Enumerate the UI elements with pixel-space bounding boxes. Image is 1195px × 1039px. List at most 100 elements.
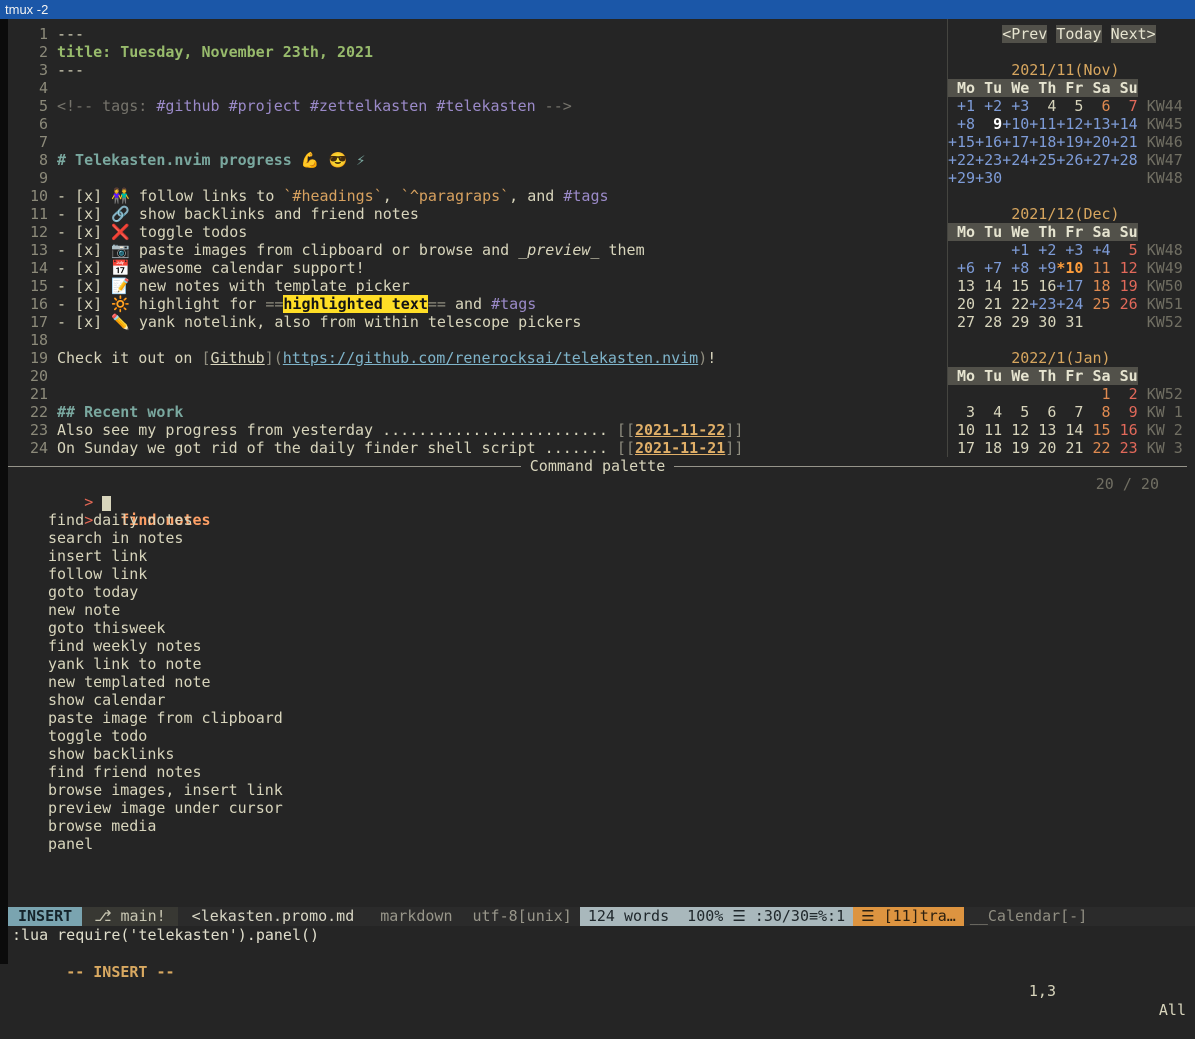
calendar-day[interactable]: +23: [975, 151, 1002, 169]
palette-prompt[interactable]: > 20 / 20: [8, 475, 1195, 493]
editor-line[interactable]: 14- [x] 📅 awesome calendar support!: [12, 259, 947, 277]
calendar-day[interactable]: +21: [1111, 133, 1138, 151]
calendar-day[interactable]: +16: [975, 133, 1002, 151]
calendar-day[interactable]: +1: [948, 97, 975, 115]
editor-line[interactable]: 18: [12, 331, 947, 349]
editor-line[interactable]: 3---: [12, 61, 947, 79]
today-button[interactable]: Today: [1056, 25, 1101, 43]
calendar-day[interactable]: 15: [1002, 277, 1029, 295]
calendar-day[interactable]: 22: [1083, 439, 1110, 457]
palette-item[interactable]: paste image from clipboard: [8, 709, 1195, 727]
calendar-day[interactable]: +10: [1002, 115, 1029, 133]
calendar-day[interactable]: 7: [1056, 403, 1083, 421]
calendar-day[interactable]: 15: [1083, 421, 1110, 439]
calendar-day[interactable]: +27: [1083, 151, 1110, 169]
calendar-day[interactable]: +20: [1083, 133, 1110, 151]
palette-item[interactable]: show backlinks: [8, 745, 1195, 763]
calendar-day[interactable]: +2: [975, 97, 1002, 115]
palette-item[interactable]: find friend notes: [8, 763, 1195, 781]
editor-line[interactable]: 2title: Tuesday, November 23th, 2021: [12, 43, 947, 61]
palette-item[interactable]: new note: [8, 601, 1195, 619]
calendar-day[interactable]: 25: [1083, 295, 1110, 313]
calendar-day[interactable]: 20: [1029, 439, 1056, 457]
calendar-day[interactable]: 12: [1111, 259, 1138, 277]
calendar-day[interactable]: +23: [1029, 295, 1056, 313]
calendar-day[interactable]: +1: [1002, 241, 1029, 259]
calendar-day[interactable]: +30: [975, 169, 1002, 187]
calendar-day[interactable]: 22: [1002, 295, 1029, 313]
calendar-day[interactable]: 31: [1056, 313, 1083, 331]
calendar-day[interactable]: +9: [1029, 259, 1056, 277]
calendar-day[interactable]: +13: [1083, 115, 1110, 133]
calendar-day[interactable]: +19: [1056, 133, 1083, 151]
editor-line[interactable]: 15- [x] 📝 new notes with template picker: [12, 277, 947, 295]
calendar-day[interactable]: 16: [1111, 421, 1138, 439]
calendar-day[interactable]: 18: [1083, 277, 1110, 295]
editor-line[interactable]: 20: [12, 367, 947, 385]
calendar-day[interactable]: 13: [1029, 421, 1056, 439]
calendar-day[interactable]: +8: [948, 115, 975, 133]
editor-line[interactable]: 10- [x] 👫 follow links to `#headings`, `…: [12, 187, 947, 205]
calendar-day[interactable]: 13: [948, 277, 975, 295]
next-button[interactable]: Next>: [1111, 25, 1156, 43]
editor-line[interactable]: 13- [x] 📷 paste images from clipboard or…: [12, 241, 947, 259]
calendar-day[interactable]: 4: [975, 403, 1002, 421]
calendar-day[interactable]: 6: [1083, 97, 1110, 115]
calendar-day[interactable]: +14: [1111, 115, 1138, 133]
calendar-day[interactable]: 11: [1083, 259, 1110, 277]
calendar-day[interactable]: *10: [1056, 259, 1083, 277]
editor-buffer[interactable]: 1---2title: Tuesday, November 23th, 2021…: [8, 19, 947, 457]
palette-item[interactable]: find daily notes: [8, 511, 1195, 529]
calendar-day[interactable]: +24: [1056, 295, 1083, 313]
calendar-day[interactable]: +29: [948, 169, 975, 187]
calendar-day[interactable]: 18: [975, 439, 1002, 457]
palette-item[interactable]: find weekly notes: [8, 637, 1195, 655]
editor-line[interactable]: 23Also see my progress from yesterday ..…: [12, 421, 947, 439]
editor-line[interactable]: 7: [12, 133, 947, 151]
calendar-day[interactable]: 28: [975, 313, 1002, 331]
calendar-day[interactable]: 30: [1029, 313, 1056, 331]
calendar-day[interactable]: +17: [1002, 133, 1029, 151]
calendar-day[interactable]: 9: [1111, 403, 1138, 421]
palette-item[interactable]: browse media: [8, 817, 1195, 835]
prev-button[interactable]: <Prev: [1002, 25, 1047, 43]
calendar-day[interactable]: 3: [948, 403, 975, 421]
calendar-day[interactable]: +11: [1029, 115, 1056, 133]
calendar-day[interactable]: 23: [1111, 439, 1138, 457]
command-line[interactable]: :lua require('telekasten').panel(): [8, 926, 1195, 944]
palette-item[interactable]: browse images, insert link: [8, 781, 1195, 799]
calendar-day[interactable]: 4: [1029, 97, 1056, 115]
editor-line[interactable]: 24On Sunday we got rid of the daily find…: [12, 439, 947, 457]
calendar-day[interactable]: 26: [1111, 295, 1138, 313]
calendar-day[interactable]: 14: [975, 277, 1002, 295]
calendar-day[interactable]: +22: [948, 151, 975, 169]
palette-item[interactable]: show calendar: [8, 691, 1195, 709]
calendar-day[interactable]: +25: [1029, 151, 1056, 169]
calendar-day[interactable]: +3: [1002, 97, 1029, 115]
calendar-day[interactable]: 8: [1083, 403, 1110, 421]
calendar-day[interactable]: 17: [948, 439, 975, 457]
palette-item[interactable]: follow link: [8, 565, 1195, 583]
editor-line[interactable]: 11- [x] 🔗 show backlinks and friend note…: [12, 205, 947, 223]
calendar-day[interactable]: 27: [948, 313, 975, 331]
calendar-day[interactable]: 29: [1002, 313, 1029, 331]
calendar-day[interactable]: 5: [1002, 403, 1029, 421]
calendar-day[interactable]: 2: [1111, 385, 1138, 403]
editor-line[interactable]: 17- [x] ✏️ yank notelink, also from with…: [12, 313, 947, 331]
palette-item[interactable]: panel: [8, 835, 1195, 853]
editor-line[interactable]: 4: [12, 79, 947, 97]
palette-item[interactable]: preview image under cursor: [8, 799, 1195, 817]
calendar-day[interactable]: 7: [1111, 97, 1138, 115]
calendar-day[interactable]: 5: [1111, 241, 1138, 259]
palette-item[interactable]: search in notes: [8, 529, 1195, 547]
palette-item[interactable]: goto today: [8, 583, 1195, 601]
calendar-day[interactable]: +6: [948, 259, 975, 277]
calendar-day[interactable]: +4: [1083, 241, 1110, 259]
calendar-day[interactable]: +17: [1056, 277, 1083, 295]
calendar-day[interactable]: +28: [1111, 151, 1138, 169]
palette-selected-item[interactable]: >find notes: [8, 493, 1195, 511]
calendar-day[interactable]: 1: [1083, 385, 1110, 403]
calendar-day[interactable]: 20: [948, 295, 975, 313]
editor-line[interactable]: 1---: [12, 25, 947, 43]
calendar-day[interactable]: 6: [1029, 403, 1056, 421]
